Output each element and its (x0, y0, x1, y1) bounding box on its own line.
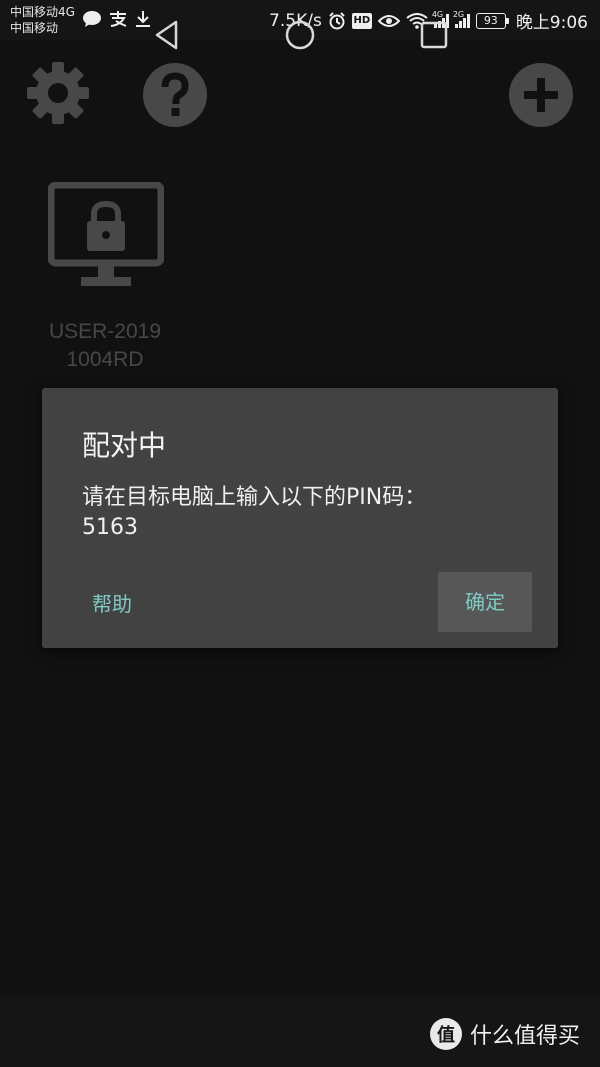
carrier-line-1: 中国移动4G (10, 5, 75, 19)
watermark-text: 什么值得买 (470, 1024, 581, 1049)
notification-icons (82, 10, 152, 28)
pin-code: 5163 (82, 515, 138, 540)
recents-icon[interactable] (416, 17, 452, 53)
battery-icon: 93 (475, 12, 509, 29)
dialog-message-text: 请在目标电脑上输入以下的PIN码： (82, 485, 427, 510)
confirm-button[interactable]: 确定 (438, 572, 532, 632)
clock: 晚上9:06 (515, 13, 588, 33)
hd-icon: HD (351, 12, 372, 29)
back-icon[interactable] (150, 17, 186, 53)
home-icon[interactable] (282, 17, 318, 53)
watermark-logo-icon: 值 (430, 1018, 462, 1050)
signal-2g: 2G (453, 10, 470, 28)
alarm-icon (329, 11, 345, 29)
alipay-icon (110, 11, 127, 27)
carrier-info: 中国移动4G 中国移动 (10, 4, 75, 36)
help-button[interactable]: 帮助 (78, 578, 146, 630)
pairing-dialog: 配对中 请在目标电脑上输入以下的PIN码： 5163 帮助 确定 (42, 388, 558, 648)
eye-icon (377, 14, 400, 27)
dialog-message: 请在目标电脑上输入以下的PIN码： 5163 (82, 483, 522, 543)
dialog-title: 配对中 (82, 429, 167, 462)
chat-icon (83, 11, 101, 27)
watermark: 值 什么值得买 (430, 1018, 580, 1050)
network-2g-label: 2G (452, 9, 465, 19)
carrier-line-2: 中国移动 (10, 21, 59, 35)
